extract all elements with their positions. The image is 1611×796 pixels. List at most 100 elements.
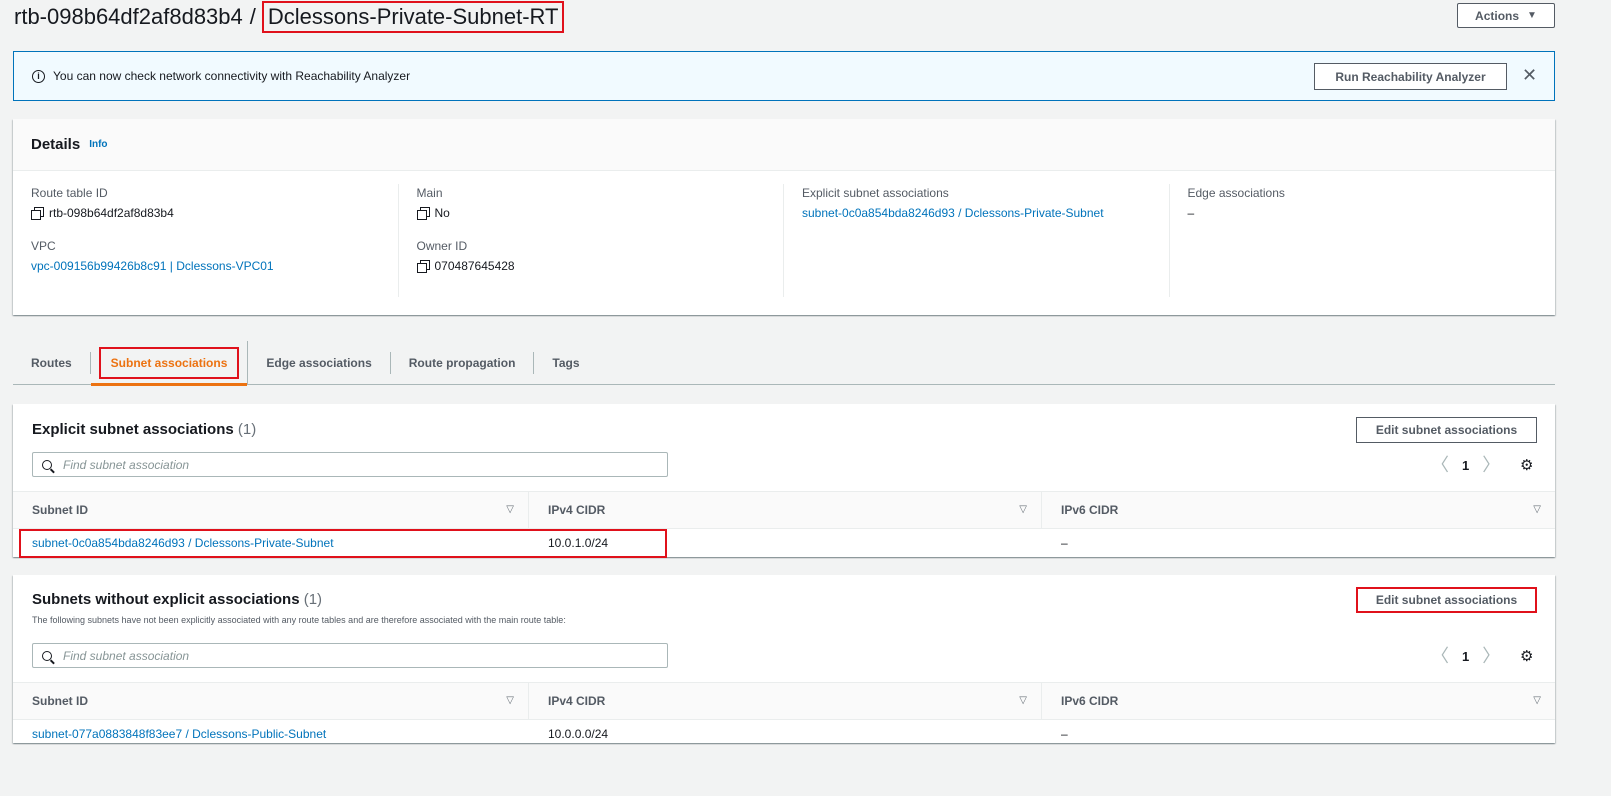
- run-reachability-analyzer-button[interactable]: Run Reachability Analyzer: [1314, 63, 1507, 90]
- vpc-link[interactable]: vpc-009156b99426b8c91 | Dclessons-VPC01: [31, 259, 380, 273]
- main-text: No: [434, 206, 450, 220]
- edit-subnet-associations-button[interactable]: Edit subnet associations: [1356, 587, 1537, 613]
- search-icon: [42, 650, 52, 661]
- chevron-left-icon[interactable]: 〈: [1431, 647, 1449, 665]
- ipv6-cidr: –: [1061, 727, 1068, 741]
- panel-title-text: Explicit subnet associations: [32, 421, 234, 438]
- route-table-id-label: Route table ID: [31, 186, 108, 200]
- route-table-id: rtb-098b64df2af8d83b4: [14, 4, 243, 29]
- chevron-left-icon[interactable]: 〈: [1431, 456, 1449, 474]
- ipv6-cidr: –: [1061, 536, 1068, 550]
- search-field[interactable]: [32, 452, 668, 477]
- explicit-associations-panel: Explicit subnet associations (1) Edit su…: [13, 404, 1555, 558]
- gear-icon[interactable]: ⚙: [1520, 649, 1533, 665]
- panel-title-text: Subnets without explicit associations: [32, 591, 300, 608]
- tab-label: Tags: [552, 355, 580, 370]
- page-title: rtb-098b64df2af8d83b4 / Dclessons-Privat…: [14, 0, 565, 34]
- info-icon: i: [32, 69, 45, 83]
- ipv4-cidr: 10.0.1.0/24: [548, 536, 609, 550]
- table-row: subnet-0c0a854bda8246d93 / Dclessons-Pri…: [13, 529, 1555, 558]
- panel-title: Subnets without explicit associations (1…: [32, 591, 322, 608]
- caret-down-icon: ▼: [1527, 10, 1537, 21]
- implicit-associations-panel: Subnets without explicit associations (1…: [13, 575, 1555, 743]
- tab-routes[interactable]: Routes: [13, 351, 91, 374]
- tab-edge-associations[interactable]: Edge associations: [248, 351, 391, 374]
- tab-label: Route propagation: [408, 355, 516, 370]
- column-header-ipv6-cidr[interactable]: IPv6 CIDR ▽: [1042, 683, 1555, 719]
- main-label: Main: [416, 186, 443, 200]
- details-column-3: Explicit subnet associations subnet-0c0a…: [784, 184, 1170, 297]
- column-label: Subnet ID: [32, 503, 88, 517]
- subnet-link[interactable]: subnet-0c0a854bda8246d93 / Dclessons-Pri…: [13, 536, 529, 550]
- edge-associations-value: –: [1187, 206, 1195, 220]
- column-header-ipv6-cidr[interactable]: IPv6 CIDR ▽: [1042, 492, 1555, 528]
- close-icon[interactable]: ✕: [1522, 66, 1537, 84]
- table-row: subnet-077a0883848f83ee7 / Dclessons-Pub…: [13, 721, 1555, 747]
- gear-icon[interactable]: ⚙: [1520, 458, 1533, 474]
- column-label: IPv4 CIDR: [548, 694, 606, 708]
- details-column-4: Edge associations –: [1170, 184, 1556, 297]
- actions-button[interactable]: Actions ▼: [1457, 3, 1555, 28]
- banner-button-label: Run Reachability Analyzer: [1335, 69, 1486, 84]
- owner-id-value: 070487645428: [416, 259, 766, 273]
- details-title: Details: [31, 136, 81, 153]
- tab-label: Edge associations: [266, 355, 372, 370]
- chevron-right-icon[interactable]: 〉: [1482, 647, 1500, 665]
- column-label: IPv6 CIDR: [1061, 694, 1119, 708]
- sort-icon[interactable]: ▽: [1533, 695, 1541, 706]
- search-field[interactable]: [32, 643, 668, 668]
- route-table-id-value: rtb-098b64df2af8d83b4: [31, 206, 380, 220]
- owner-id-text: 070487645428: [434, 259, 515, 273]
- column-label: IPv4 CIDR: [548, 503, 606, 517]
- panel-count: (1): [237, 421, 257, 438]
- tab-bar: Routes Subnet associations Edge associat…: [13, 340, 1555, 386]
- search-input[interactable]: [63, 457, 623, 472]
- column-label: IPv6 CIDR: [1061, 503, 1119, 517]
- sort-icon[interactable]: ▽: [1019, 695, 1027, 706]
- column-header-ipv4-cidr[interactable]: IPv4 CIDR ▽: [529, 492, 1042, 528]
- copy-icon[interactable]: [416, 260, 430, 273]
- info-banner: i You can now check network connectivity…: [13, 51, 1555, 101]
- sort-icon[interactable]: ▽: [1533, 504, 1541, 515]
- pagination: 〈 1 〉: [1431, 647, 1500, 665]
- banner-message: You can now check network connectivity w…: [53, 69, 411, 83]
- ipv4-cidr: 10.0.0.0/24: [548, 727, 609, 741]
- page-number[interactable]: 1: [1462, 649, 1469, 664]
- panel-description: The following subnets have not been expl…: [32, 615, 566, 625]
- edge-associations-label: Edge associations: [1187, 186, 1285, 200]
- copy-icon[interactable]: [31, 207, 44, 220]
- tab-tags[interactable]: Tags: [534, 352, 597, 374]
- pagination: 〈 1 〉: [1431, 456, 1500, 474]
- details-column-1: Route table ID rtb-098b64df2af8d83b4 VPC…: [13, 184, 399, 297]
- route-table-name: Dclessons-Private-Subnet-RT: [261, 1, 565, 33]
- owner-id-label: Owner ID: [416, 239, 468, 253]
- panel-title: Explicit subnet associations (1): [32, 421, 256, 438]
- subnet-link[interactable]: subnet-077a0883848f83ee7 / Dclessons-Pub…: [13, 727, 529, 741]
- tab-subnet-associations[interactable]: Subnet associations: [90, 340, 249, 386]
- column-header-ipv4-cidr[interactable]: IPv4 CIDR ▽: [529, 683, 1042, 719]
- page-number[interactable]: 1: [1462, 458, 1469, 473]
- details-header: Details Info: [13, 119, 1555, 171]
- chevron-right-icon[interactable]: 〉: [1482, 456, 1500, 474]
- info-link[interactable]: Info: [89, 139, 107, 150]
- search-input[interactable]: [63, 648, 623, 663]
- explicit-associations-link[interactable]: subnet-0c0a854bda8246d93 / Dclessons-Pri…: [802, 206, 1151, 220]
- actions-label: Actions: [1475, 8, 1520, 23]
- details-card: Details Info Route table ID rtb-098b64df…: [13, 119, 1555, 315]
- panel-count: (1): [303, 591, 323, 608]
- edit-subnet-associations-button[interactable]: Edit subnet associations: [1356, 417, 1537, 443]
- tab-label: Subnet associations: [98, 346, 240, 379]
- main-value: No: [416, 206, 766, 220]
- sort-icon[interactable]: ▽: [506, 695, 514, 706]
- tab-route-propagation[interactable]: Route propagation: [391, 351, 535, 374]
- column-header-subnet-id[interactable]: Subnet ID ▽: [13, 492, 529, 528]
- route-table-id-text: rtb-098b64df2af8d83b4: [49, 206, 174, 220]
- sort-icon[interactable]: ▽: [1019, 504, 1027, 515]
- explicit-associations-label: Explicit subnet associations: [802, 186, 949, 200]
- sort-icon[interactable]: ▽: [506, 504, 514, 515]
- column-header-subnet-id[interactable]: Subnet ID ▽: [13, 683, 529, 719]
- table-header: Subnet ID ▽ IPv4 CIDR ▽ IPv6 CIDR ▽: [13, 682, 1555, 720]
- copy-icon[interactable]: [416, 207, 430, 220]
- search-icon: [42, 459, 52, 470]
- table-header: Subnet ID ▽ IPv4 CIDR ▽ IPv6 CIDR ▽: [13, 491, 1555, 529]
